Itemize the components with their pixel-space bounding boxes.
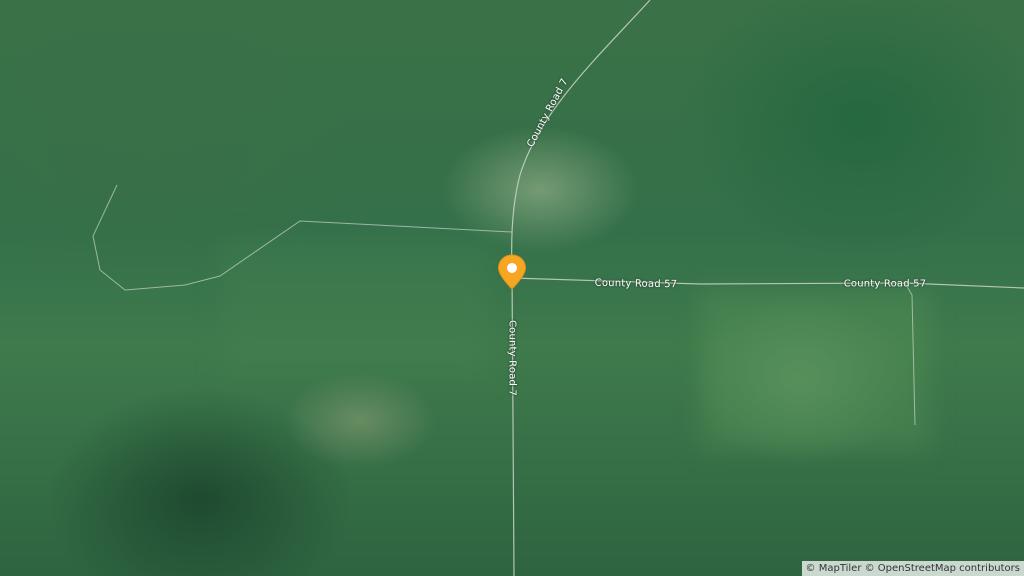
- location-pin-icon[interactable]: [497, 254, 527, 290]
- road-label-county-road-57: County Road 57: [594, 277, 678, 291]
- road-side-east: [904, 282, 916, 426]
- road-label-county-road-57: County Road 57: [843, 278, 927, 290]
- satellite-map[interactable]: County Road 7 County Road 7 County Road …: [0, 0, 1024, 576]
- road-label-county-road-7: County Road 7: [506, 319, 518, 397]
- map-attribution[interactable]: © MapTiler © OpenStreetMap contributors: [801, 561, 1024, 576]
- road-county-road-57: [511, 277, 1024, 289]
- road-side-west: [92, 184, 513, 291]
